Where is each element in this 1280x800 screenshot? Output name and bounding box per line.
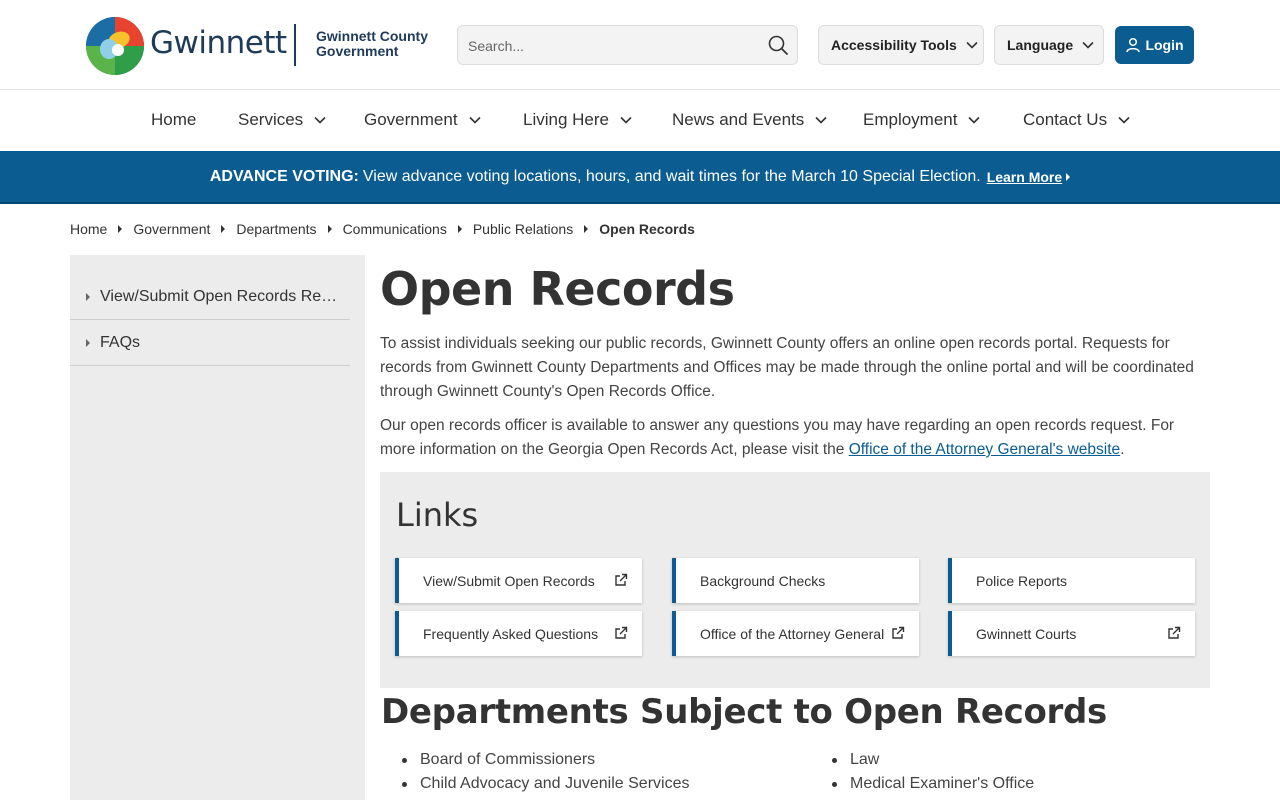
search-icon[interactable] <box>767 34 789 56</box>
nav-item-government[interactable]: Government <box>364 110 482 130</box>
breadcrumb-government[interactable]: Government <box>133 221 210 237</box>
accessibility-tools-label: Accessibility Tools <box>831 37 957 53</box>
nav-item-living-here[interactable]: Living Here <box>523 110 633 130</box>
caret-right-icon <box>118 225 123 233</box>
list-item: Board of Commissioners <box>400 748 689 772</box>
accessibility-tools-button[interactable]: Accessibility Tools <box>818 25 984 65</box>
links-title: Links <box>396 496 479 534</box>
chevron-down-icon <box>966 41 978 49</box>
chevron-down-icon <box>314 116 326 124</box>
chevron-down-icon <box>620 116 632 124</box>
link-card-police-reports[interactable]: Police Reports <box>948 558 1195 603</box>
nav-item-home[interactable]: Home <box>151 110 196 130</box>
link-card-view-submit[interactable]: View/Submit Open Records <box>395 558 642 603</box>
breadcrumb-communications[interactable]: Communications <box>343 221 447 237</box>
nav-label: Living Here <box>523 110 609 129</box>
nav-item-news-events[interactable]: News and Events <box>672 110 828 130</box>
main-nav: Home Services Government Living Here New… <box>0 91 1280 151</box>
link-card-label: Background Checks <box>700 572 826 589</box>
brand-name[interactable]: Gwinnett <box>150 25 287 61</box>
sidebar-item-label: View/Submit Open Records Requests <box>100 288 345 305</box>
sidebar: View/Submit Open Records Requests FAQs <box>70 255 365 800</box>
link-card-label: Frequently Asked Questions <box>423 625 599 642</box>
link-card-label: Office of the Attorney General <box>700 625 885 642</box>
header-divider <box>294 24 296 66</box>
departments-heading: Departments Subject to Open Records <box>381 692 1107 732</box>
external-link-icon <box>1168 626 1181 639</box>
link-card-label: View/Submit Open Records <box>423 572 595 589</box>
breadcrumb-current: Open Records <box>599 221 695 237</box>
links-panel: Links View/Submit Open Records Backgroun… <box>380 472 1210 688</box>
nav-label: Contact Us <box>1023 110 1108 129</box>
link-card-faq[interactable]: Frequently Asked Questions <box>395 611 642 656</box>
caret-right-icon <box>457 225 462 233</box>
nav-item-contact-us[interactable]: Contact Us <box>1023 110 1131 130</box>
breadcrumb-public-relations[interactable]: Public Relations <box>473 221 573 237</box>
breadcrumb: Home Government Departments Communicatio… <box>70 221 695 237</box>
county-line-1: Gwinnett County <box>316 28 428 44</box>
caret-right-icon <box>584 225 589 233</box>
chevron-down-icon <box>468 116 481 124</box>
nav-label: News and Events <box>672 110 805 129</box>
caret-right-icon <box>327 225 332 233</box>
page-title: Open Records <box>380 262 735 316</box>
chevron-down-icon <box>815 116 827 124</box>
caret-right-icon <box>221 225 226 233</box>
link-card-label: Gwinnett Courts <box>976 625 1077 642</box>
departments-list-left: Board of Commissioners Child Advocacy an… <box>400 748 689 796</box>
chevron-down-icon <box>968 116 981 124</box>
list-item: Law <box>830 748 1034 772</box>
officer-text-end: . <box>1120 441 1125 458</box>
search-input[interactable] <box>468 35 758 57</box>
sidebar-item-faqs[interactable]: FAQs <box>70 321 350 366</box>
link-card-attorney-general[interactable]: Office of the Attorney General <box>672 611 919 656</box>
sidebar-item-view-submit[interactable]: View/Submit Open Records Requests <box>70 275 350 320</box>
site-header: Gwinnett Gwinnett County Government Acce… <box>0 0 1280 90</box>
chevron-down-icon <box>1118 116 1130 124</box>
external-link-icon <box>892 626 905 639</box>
list-item: Medical Examiner's Office <box>830 772 1034 796</box>
gwinnett-logo-icon[interactable] <box>85 16 145 76</box>
external-link-icon <box>615 626 628 639</box>
county-line-2: Government <box>316 43 399 59</box>
intro-paragraph: To assist individuals seeking our public… <box>380 335 1194 400</box>
link-card-label: Police Reports <box>976 572 1068 589</box>
departments-list-right: Law Medical Examiner's Office <box>830 748 1034 796</box>
language-button[interactable]: Language <box>994 25 1104 65</box>
caret-right-icon <box>1066 172 1071 181</box>
nav-label: Employment <box>863 110 958 129</box>
search-box <box>457 25 798 65</box>
language-label: Language <box>1007 37 1074 53</box>
officer-paragraph: Our open records officer is available to… <box>380 414 1200 462</box>
learn-more-link[interactable]: Learn More <box>987 169 1062 185</box>
advance-voting-alert: ADVANCE VOTING: View advance voting loca… <box>0 151 1280 204</box>
login-label: Login <box>1145 37 1184 53</box>
external-link-icon <box>615 573 628 586</box>
caret-right-icon <box>86 293 90 301</box>
alert-heading: ADVANCE VOTING: <box>209 167 359 185</box>
caret-right-icon <box>86 339 90 347</box>
alert-text: View advance voting locations, hours, an… <box>362 167 981 185</box>
nav-label: Government <box>364 110 458 129</box>
nav-item-employment[interactable]: Employment <box>863 110 981 130</box>
nav-label: Home <box>151 110 197 129</box>
attorney-general-link[interactable]: Office of the Attorney General's website <box>849 441 1121 458</box>
nav-item-services[interactable]: Services <box>238 110 327 130</box>
sidebar-item-label: FAQs <box>100 334 141 351</box>
county-name: Gwinnett County Government <box>316 29 428 59</box>
link-card-background-checks[interactable]: Background Checks <box>672 558 919 603</box>
user-icon <box>1126 37 1141 53</box>
nav-label: Services <box>238 110 304 129</box>
login-button[interactable]: Login <box>1115 26 1194 64</box>
link-card-gwinnett-courts[interactable]: Gwinnett Courts <box>948 611 1195 656</box>
chevron-down-icon <box>1082 41 1094 49</box>
list-item: Child Advocacy and Juvenile Services <box>400 772 689 796</box>
breadcrumb-departments[interactable]: Departments <box>236 221 316 237</box>
breadcrumb-home[interactable]: Home <box>70 221 107 237</box>
